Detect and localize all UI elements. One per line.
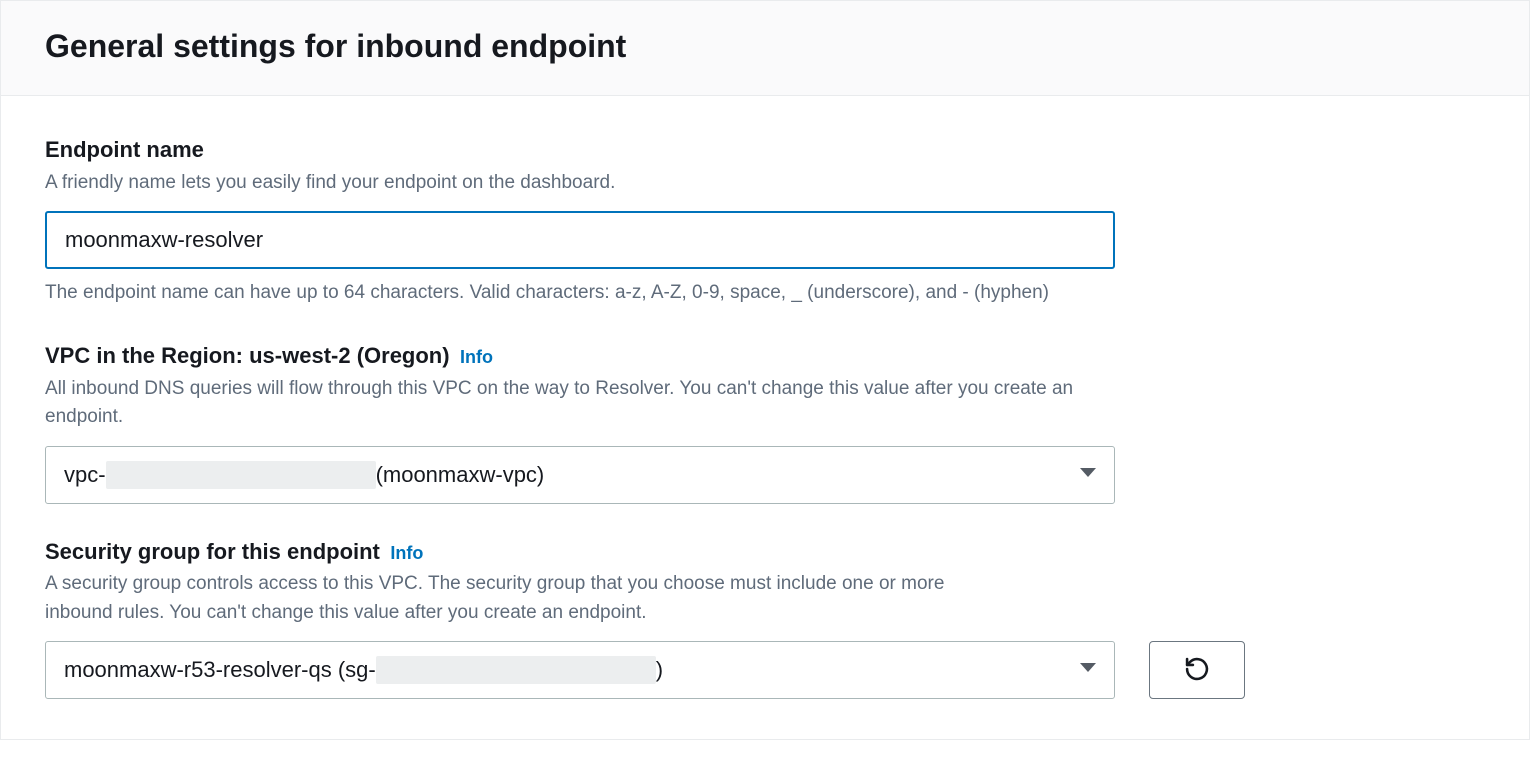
security-group-label: Security group for this endpoint (45, 539, 380, 564)
security-group-hint: A security group controls access to this… (45, 570, 1005, 627)
refresh-icon (1183, 655, 1211, 686)
endpoint-name-label: Endpoint name (45, 136, 1485, 165)
security-group-id-redacted (376, 656, 656, 684)
endpoint-name-hint: A friendly name lets you easily find you… (45, 169, 1085, 198)
refresh-button[interactable] (1149, 641, 1245, 699)
vpc-selected-prefix: vpc- (64, 462, 106, 488)
security-group-selected-prefix: moonmaxw-r53-resolver-qs (sg- (64, 657, 376, 683)
panel-title: General settings for inbound endpoint (45, 27, 1485, 65)
endpoint-name-group: Endpoint name A friendly name lets you e… (45, 136, 1485, 308)
vpc-selected-suffix: (moonmaxw-vpc) (376, 462, 545, 488)
endpoint-name-constraint: The endpoint name can have up to 64 char… (45, 279, 1485, 308)
security-group-info-link[interactable]: Info (390, 543, 423, 563)
vpc-select[interactable]: vpc- (moonmaxw-vpc) (45, 446, 1115, 504)
security-group-selected-suffix: ) (656, 657, 663, 683)
vpc-hint: All inbound DNS queries will flow throug… (45, 375, 1085, 432)
vpc-info-link[interactable]: Info (460, 347, 493, 367)
vpc-id-redacted (106, 461, 376, 489)
security-group-group: Security group for this endpoint Info A … (45, 538, 1485, 700)
panel-body: Endpoint name A friendly name lets you e… (1, 96, 1529, 739)
endpoint-name-input[interactable] (45, 211, 1115, 269)
vpc-label: VPC in the Region: us-west-2 (Oregon) (45, 343, 450, 368)
security-group-select[interactable]: moonmaxw-r53-resolver-qs (sg-) (45, 641, 1115, 699)
panel-header: General settings for inbound endpoint (1, 1, 1529, 96)
general-settings-panel: General settings for inbound endpoint En… (0, 0, 1530, 740)
vpc-group: VPC in the Region: us-west-2 (Oregon) In… (45, 342, 1485, 504)
